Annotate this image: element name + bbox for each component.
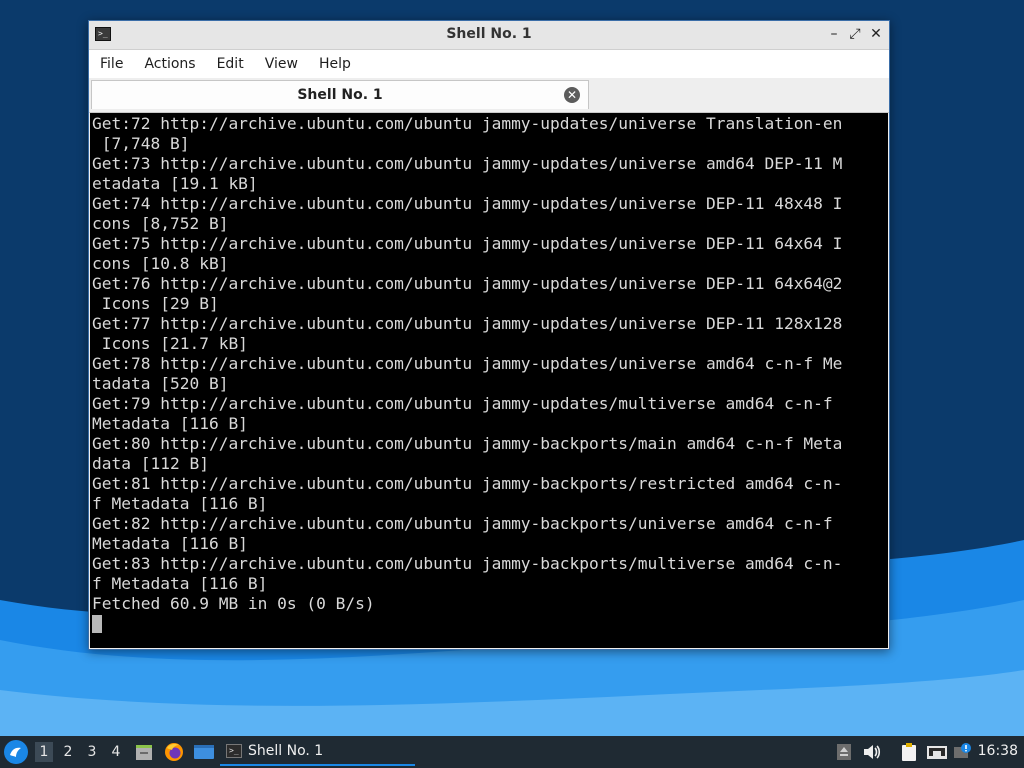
terminal-line: cons [10.8 kB] [92, 254, 229, 273]
tab-bar: Shell No. 1 ✕ [89, 78, 889, 113]
terminal-icon: >_ [226, 744, 242, 758]
workspace-4[interactable]: 4 [107, 742, 125, 762]
terminal-line: f Metadata [116 B] [92, 494, 268, 513]
title-bar[interactable]: >_ Shell No. 1 – ⤢ ✕ [89, 21, 889, 50]
close-button[interactable]: ✕ [867, 25, 885, 43]
terminal-line: Get:79 http://archive.ubuntu.com/ubuntu … [92, 394, 833, 413]
network-icon[interactable] [926, 742, 947, 762]
file-manager-icon[interactable] [134, 742, 154, 762]
terminal-line: Icons [21.7 kB] [92, 334, 248, 353]
terminal-line: data [112 B] [92, 454, 209, 473]
task-label: Shell No. 1 [248, 743, 324, 759]
tab-shell-1[interactable]: Shell No. 1 ✕ [91, 80, 589, 109]
menu-help[interactable]: Help [309, 50, 361, 78]
terminal-line: Get:72 http://archive.ubuntu.com/ubuntu … [92, 114, 843, 133]
menu-view[interactable]: View [255, 50, 308, 78]
update-notifier-icon[interactable] [952, 742, 972, 762]
workspace-3[interactable]: 3 [83, 742, 101, 762]
terminal-line: Get:78 http://archive.ubuntu.com/ubuntu … [92, 354, 843, 373]
terminal-line: Get:81 http://archive.ubuntu.com/ubuntu … [92, 474, 843, 493]
workspace-2[interactable]: 2 [59, 742, 77, 762]
terminal-line: Metadata [116 B] [92, 534, 248, 553]
terminal-line: Get:80 http://archive.ubuntu.com/ubuntu … [92, 434, 843, 453]
tab-label: Shell No. 1 [297, 87, 383, 103]
workspace-1[interactable]: 1 [35, 742, 53, 762]
terminal-lines: Get:72 http://archive.ubuntu.com/ubuntu … [92, 114, 842, 634]
terminal-prompt-line [92, 614, 842, 634]
terminal-line: etadata [19.1 kB] [92, 174, 258, 193]
menu-bar: File Actions Edit View Help [89, 50, 889, 78]
maximize-button[interactable]: ⤢ [846, 25, 864, 43]
terminal-line: Get:82 http://archive.ubuntu.com/ubuntu … [92, 514, 833, 533]
terminal-line: Get:76 http://archive.ubuntu.com/ubuntu … [92, 274, 843, 293]
terminal-line: tadata [520 B] [92, 374, 229, 393]
usb-eject-icon[interactable] [834, 742, 854, 762]
terminal-line: Get:74 http://archive.ubuntu.com/ubuntu … [92, 194, 843, 213]
terminal-line: Get:83 http://archive.ubuntu.com/ubuntu … [92, 554, 843, 573]
terminal-line: Icons [29 B] [92, 294, 219, 313]
terminal-cursor [92, 615, 102, 633]
menu-edit[interactable]: Edit [207, 50, 254, 78]
terminal-window: >_ Shell No. 1 – ⤢ ✕ File Actions Edit View… [88, 20, 890, 650]
task-shell-no-1[interactable]: >_ Shell No. 1 [220, 738, 415, 766]
terminal-line: Get:73 http://archive.ubuntu.com/ubuntu … [92, 154, 843, 173]
terminal-line: Get:77 http://archive.ubuntu.com/ubuntu … [92, 314, 843, 333]
window-title: Shell No. 1 [446, 26, 532, 42]
tab-close-icon[interactable]: ✕ [564, 87, 580, 103]
show-desktop-icon[interactable] [193, 742, 214, 762]
terminal-line: Get:75 http://archive.ubuntu.com/ubuntu … [92, 234, 843, 253]
firefox-icon[interactable] [164, 742, 184, 762]
terminal-output[interactable]: Get:72 http://archive.ubuntu.com/ubuntu … [90, 113, 888, 648]
terminal-line: Metadata [116 B] [92, 414, 248, 433]
taskbar: 1 2 3 4 >_ Shell No. 1 16:38 [0, 736, 1024, 768]
terminal-line: Fetched 60.9 MB in 0s (0 B/s) [92, 594, 375, 613]
terminal-line: [7,748 B] [92, 134, 190, 153]
menu-actions[interactable]: Actions [134, 50, 205, 78]
clock[interactable]: 16:38 [978, 743, 1018, 759]
lubuntu-logo-icon[interactable] [4, 740, 28, 764]
minimize-button[interactable]: – [825, 25, 843, 43]
menu-file[interactable]: File [90, 50, 133, 78]
terminal-line: cons [8,752 B] [92, 214, 229, 233]
terminal-line: f Metadata [116 B] [92, 574, 268, 593]
volume-icon[interactable] [862, 742, 882, 762]
clipboard-icon[interactable] [899, 742, 919, 762]
